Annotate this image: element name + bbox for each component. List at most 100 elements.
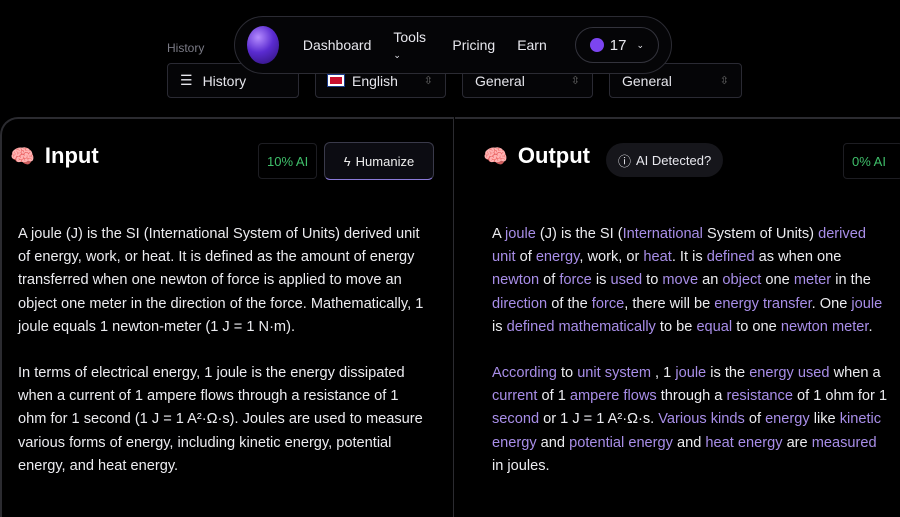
ai-detected-button[interactable]: ⓘ AI Detected? bbox=[606, 143, 724, 177]
output-text-segment: is bbox=[492, 318, 507, 335]
nav-tools-label: Tools bbox=[393, 29, 427, 45]
output-text-segment: through a bbox=[656, 388, 727, 405]
mode-value-1: General bbox=[475, 72, 525, 89]
lightning-icon: ϟ bbox=[343, 153, 351, 169]
output-panel: 🧠 Output ⓘ AI Detected? 0% AI A joule (J) … bbox=[455, 117, 900, 517]
output-text-segment: of 1 ohm for 1 bbox=[792, 388, 888, 405]
nav-earn[interactable]: Earn bbox=[517, 37, 547, 53]
highlighted-word[interactable]: force bbox=[592, 296, 624, 312]
highlighted-word[interactable]: measured bbox=[812, 435, 877, 451]
output-text-segment: . bbox=[868, 318, 873, 335]
highlighted-word[interactable]: move bbox=[662, 272, 698, 288]
highlighted-word[interactable]: object bbox=[722, 272, 761, 288]
brain-icon: 🧠 bbox=[483, 145, 508, 168]
updown-icon: ⇳ bbox=[423, 75, 433, 87]
history-button-label: History bbox=[202, 72, 247, 89]
highlighted-word[interactable]: equal bbox=[696, 319, 732, 335]
output-text-segment: of the bbox=[547, 295, 592, 312]
highlighted-word[interactable]: heat energy bbox=[705, 435, 782, 451]
highlighted-word[interactable]: energy transfer bbox=[714, 296, 811, 312]
output-text-segment: of 1 bbox=[537, 388, 570, 405]
highlighted-word[interactable]: current bbox=[492, 388, 537, 404]
uk-flag-icon bbox=[327, 74, 345, 87]
highlighted-word[interactable]: direction bbox=[492, 296, 547, 312]
output-text-segment: and bbox=[672, 434, 706, 451]
highlighted-word[interactable]: heat bbox=[643, 249, 671, 265]
output-text-segment: to bbox=[642, 272, 663, 289]
chevron-down-icon: ⌄ bbox=[636, 39, 644, 50]
highlighted-word[interactable]: defined bbox=[707, 249, 755, 265]
output-text-segment: is the bbox=[706, 365, 750, 382]
output-ai-score: 0% AI bbox=[843, 143, 900, 179]
highlighted-word[interactable]: newton meter bbox=[781, 319, 869, 335]
input-paragraph: In terms of electrical energy, 1 joule i… bbox=[18, 365, 423, 474]
output-text-segment: and bbox=[536, 434, 570, 451]
credits-button[interactable]: 17 ⌄ bbox=[574, 27, 659, 63]
output-text-segment: like bbox=[809, 411, 840, 428]
highlighted-word[interactable]: unit system bbox=[577, 365, 651, 381]
output-text-segment: System of Units) bbox=[702, 226, 819, 242]
highlighted-word[interactable]: energy used bbox=[749, 365, 829, 381]
ai-detected-label: AI Detected? bbox=[636, 152, 712, 168]
output-text-segment: is bbox=[591, 272, 611, 289]
mode-value-2: General bbox=[622, 72, 672, 89]
menu-icon: ☰ bbox=[180, 72, 193, 88]
highlighted-word[interactable]: unit bbox=[492, 249, 516, 265]
nav-dashboard[interactable]: Dashboard bbox=[303, 37, 372, 53]
history-label: History bbox=[167, 41, 205, 55]
output-text-segment: one bbox=[761, 272, 794, 289]
output-text-segment: . It is bbox=[671, 249, 707, 266]
highlighted-word[interactable]: used bbox=[610, 272, 642, 288]
output-text-segment: . One bbox=[811, 295, 852, 312]
output-text-segment: in joules. bbox=[492, 457, 550, 474]
humanize-button[interactable]: ϟ Humanize bbox=[324, 142, 434, 180]
highlighted-word[interactable]: energy bbox=[765, 411, 810, 427]
highlighted-word[interactable]: Various kinds bbox=[658, 411, 745, 427]
input-title: Input bbox=[44, 143, 99, 168]
output-text-segment: of bbox=[515, 249, 536, 266]
credits-count: 17 bbox=[609, 36, 627, 54]
highlighted-word[interactable]: force bbox=[559, 272, 591, 288]
output-text-segment: in the bbox=[831, 272, 871, 289]
highlighted-word[interactable]: joule bbox=[675, 365, 706, 381]
highlighted-word[interactable]: potential energy bbox=[569, 435, 673, 451]
highlighted-word[interactable]: energy bbox=[536, 249, 580, 265]
output-text-segment: or 1 J = 1 A²·Ω·s. bbox=[539, 411, 659, 428]
output-text-segment: as when one bbox=[754, 249, 842, 266]
nav-tools[interactable]: Tools ⌄ bbox=[393, 29, 430, 61]
highlighted-word[interactable]: resistance bbox=[726, 388, 793, 404]
highlighted-word[interactable]: defined mathematically bbox=[507, 319, 656, 335]
output-text-segment: to one bbox=[732, 318, 781, 335]
output-text[interactable]: A joule (J) is the SI (International Sys… bbox=[492, 223, 892, 501]
highlighted-word[interactable]: International bbox=[623, 226, 703, 242]
coin-icon bbox=[589, 38, 604, 52]
highlighted-word[interactable]: second bbox=[492, 411, 539, 427]
output-text-segment: , work, or bbox=[579, 249, 644, 266]
output-paragraph: According to unit system , 1 joule is th… bbox=[492, 362, 892, 478]
input-panel: 🧠 Input 10% AI ϟ Humanize A joule (J) is t… bbox=[0, 117, 454, 517]
output-text-segment: to bbox=[556, 365, 578, 382]
highlighted-word[interactable]: meter bbox=[794, 272, 831, 288]
input-paragraph: A joule (J) is the SI (International Sys… bbox=[18, 226, 424, 335]
output-paragraph: A joule (J) is the SI (International Sys… bbox=[492, 223, 892, 339]
updown-icon: ⇳ bbox=[719, 75, 729, 87]
top-nav: Dashboard Tools ⌄ Pricing Earn 17 ⌄ bbox=[234, 16, 672, 74]
logo[interactable] bbox=[247, 26, 279, 64]
output-text-segment: , there will be bbox=[624, 295, 715, 312]
output-text-segment: to be bbox=[655, 318, 697, 335]
nav-pricing[interactable]: Pricing bbox=[452, 37, 495, 53]
language-value: English bbox=[352, 72, 398, 89]
highlighted-word[interactable]: newton bbox=[492, 272, 539, 288]
updown-icon: ⇳ bbox=[570, 75, 580, 87]
highlighted-word[interactable]: joule bbox=[851, 296, 882, 312]
highlighted-word[interactable]: joule bbox=[505, 226, 536, 242]
highlighted-word[interactable]: According bbox=[492, 365, 557, 381]
input-ai-score: 10% AI bbox=[258, 143, 318, 179]
highlighted-word[interactable]: ampere flows bbox=[570, 388, 657, 404]
input-text[interactable]: A joule (J) is the SI (International Sys… bbox=[18, 223, 428, 501]
output-text-segment: A bbox=[492, 226, 505, 242]
output-title: Output bbox=[517, 143, 590, 168]
highlighted-word[interactable]: derived bbox=[818, 226, 866, 242]
brain-icon: 🧠 bbox=[10, 145, 35, 168]
humanize-label: Humanize bbox=[355, 153, 415, 169]
